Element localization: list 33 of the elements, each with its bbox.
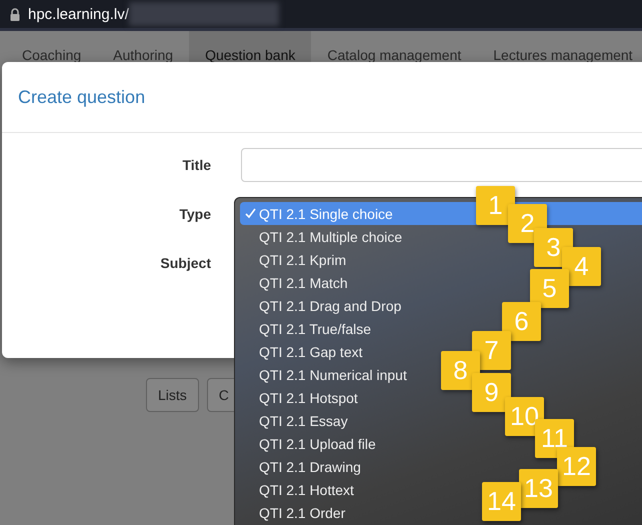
dropdown-option[interactable]: QTI 2.1 Upload file: [240, 432, 380, 455]
dropdown-option[interactable]: QTI 2.1 Drawing: [240, 455, 365, 478]
dialog-title: Create question: [18, 86, 146, 108]
dropdown-option[interactable]: QTI 2.1 Match: [240, 271, 352, 294]
title-field[interactable]: [241, 148, 642, 182]
number-badge: 8: [441, 351, 480, 390]
number-badge: 6: [502, 302, 541, 341]
page-button[interactable]: Lists: [146, 378, 199, 412]
url-text[interactable]: hpc.learning.lv/: [28, 6, 129, 22]
number-badge: 1: [476, 186, 515, 225]
dropdown-option[interactable]: QTI 2.1 Numerical input: [240, 363, 411, 386]
dropdown-option[interactable]: QTI 2.1 Gap text: [240, 340, 366, 363]
field-label: Title: [181, 157, 211, 173]
dropdown-option[interactable]: QTI 2.1 Hottext: [240, 478, 358, 501]
number-badge: 4: [562, 247, 601, 286]
dropdown-option[interactable]: QTI 2.1 Multiple choice: [240, 225, 406, 248]
number-badge: 12: [557, 447, 596, 486]
number-badge: 10: [505, 397, 544, 436]
field-label: Subject: [159, 255, 211, 271]
dropdown-option[interactable]: QTI 2.1 Hotspot: [240, 386, 362, 409]
dropdown-option[interactable]: QTI 2.1 True/false: [240, 317, 376, 340]
dropdown-option[interactable]: QTI 2.1 Drag and Drop: [240, 294, 406, 317]
dropdown-option[interactable]: QTI 2.1 Order: [240, 501, 350, 524]
field-label: Type: [178, 206, 211, 222]
number-badge: 13: [519, 469, 558, 508]
dropdown-option[interactable]: QTI 2.1 Essay: [240, 409, 352, 432]
check-icon: [244, 208, 256, 219]
lock-icon: [10, 8, 20, 20]
dropdown-option[interactable]: QTI 2.1 Kprim: [240, 248, 350, 271]
number-badge: 5: [530, 269, 569, 308]
number-badge: 14: [482, 482, 521, 521]
number-badge: 7: [472, 331, 511, 370]
number-badge: 9: [472, 373, 511, 412]
